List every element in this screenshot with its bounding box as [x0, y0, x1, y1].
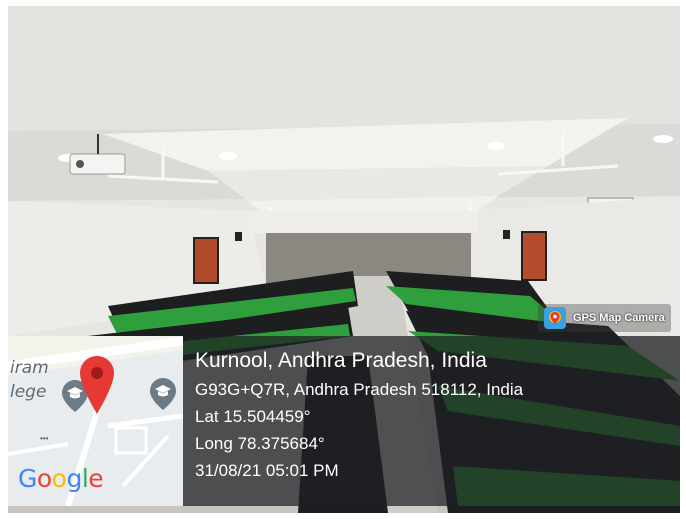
geotag-overlay: iram lege ••• Google Kurnool, Andhra Pra… [8, 336, 680, 506]
latitude: Lat 15.504459° [195, 407, 311, 426]
map-dots: ••• [40, 434, 49, 443]
timestamp: 31/08/21 05:01 PM [195, 461, 339, 480]
google-letter: o [51, 464, 67, 493]
longitude: Long 78.375684° [195, 434, 325, 453]
location-address: G93G+Q7R, Andhra Pradesh 518112, India [195, 380, 524, 399]
gps-map-camera-icon [544, 307, 566, 329]
location-pin-icon [80, 356, 114, 414]
google-logo: Google [18, 464, 104, 493]
google-letter: e [88, 464, 104, 493]
location-city: Kurnool, Andhra Pradesh, India [195, 349, 487, 372]
google-letter: o [36, 464, 52, 493]
google-letter: g [66, 464, 82, 493]
map-thumbnail: iram lege ••• Google [8, 336, 183, 506]
gps-map-camera-badge: GPS Map Camera [538, 304, 671, 332]
geotag-info-panel: Kurnool, Andhra Pradesh, India G93G+Q7R,… [183, 336, 680, 506]
map-place-text-1: iram [10, 358, 49, 378]
school-poi-right-icon [150, 378, 176, 410]
badge-label: GPS Map Camera [573, 312, 665, 324]
map-place-text-2: lege [10, 382, 47, 402]
auditorium-photo: GPS Map Camera iram lege ••• Google Kurn… [8, 6, 680, 513]
google-letter: G [18, 464, 37, 493]
